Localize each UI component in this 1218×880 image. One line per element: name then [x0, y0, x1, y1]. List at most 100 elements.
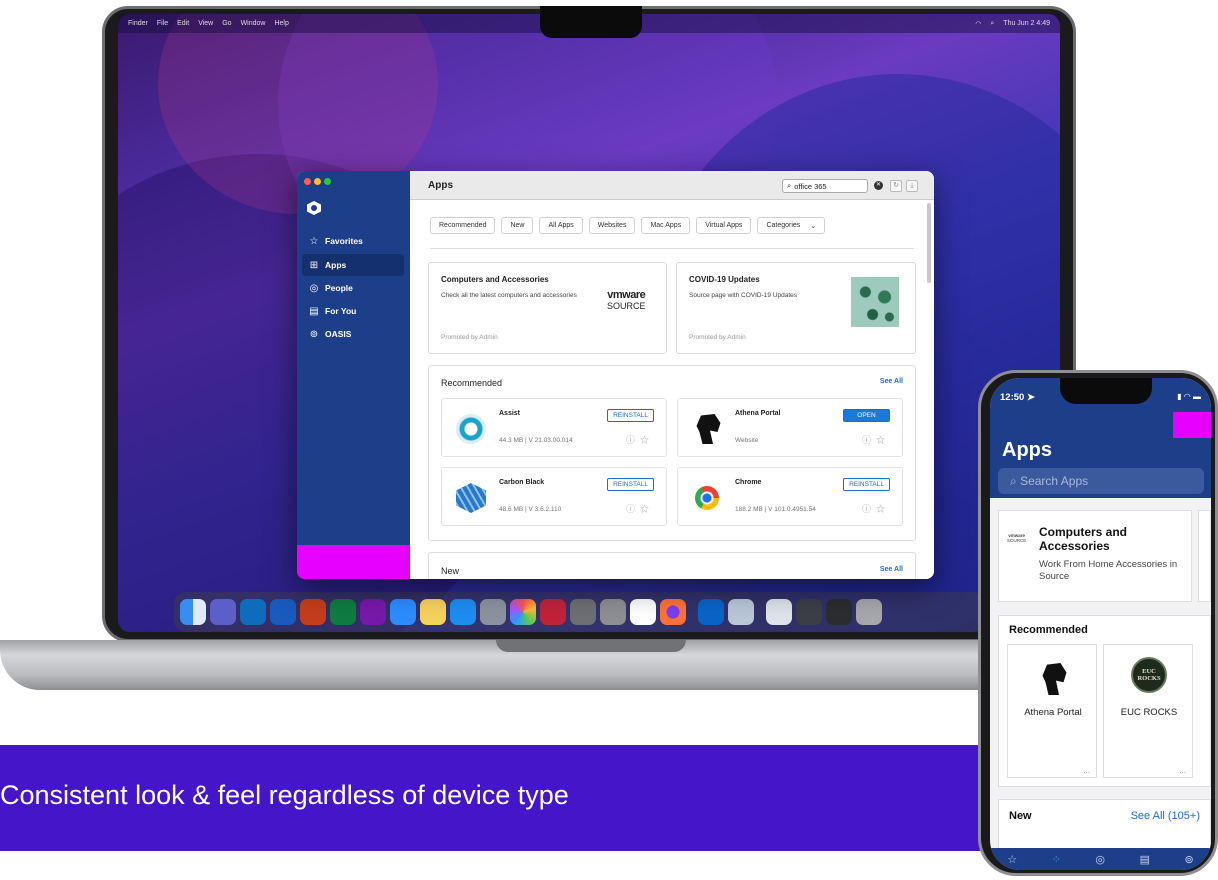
tab-apps-grid-icon[interactable]: ⁘: [1052, 853, 1061, 866]
sidebar-item-favorites[interactable]: ☆ Favorites: [302, 230, 404, 252]
menu-help[interactable]: Help: [274, 20, 288, 27]
screenshot-icon[interactable]: [570, 599, 596, 625]
remote-desktop-icon[interactable]: [728, 599, 754, 625]
promo-card[interactable]: Computers and Accessories Check all the …: [428, 262, 667, 354]
promo-desc: Source page with COVID-19 Updates: [689, 292, 798, 299]
filter-mac-apps[interactable]: Mac Apps: [641, 217, 691, 234]
photo-booth-icon[interactable]: [540, 599, 566, 625]
sidebar-item-apps[interactable]: ⊞ Apps: [302, 254, 404, 276]
info-icon[interactable]: ⓘ: [626, 435, 640, 445]
section-title: New: [1009, 810, 1032, 822]
zoom-window-button[interactable]: [324, 178, 331, 185]
outlook-icon[interactable]: [240, 599, 266, 625]
window-icon[interactable]: [796, 599, 822, 625]
sidebar-item-oasis[interactable]: ⊚ OASIS: [302, 323, 404, 345]
close-window-button[interactable]: [304, 178, 311, 185]
next-promo-card[interactable]: [1198, 510, 1211, 602]
search-input[interactable]: ⌕ office 365: [782, 179, 868, 193]
vmware-source-logo: vmware SOURCE: [1007, 533, 1026, 543]
filter-categories[interactable]: Categories ⌄: [757, 217, 826, 234]
menu-finder[interactable]: Finder: [128, 20, 148, 27]
search-icon: ⌕: [1010, 474, 1017, 488]
app-store-icon[interactable]: [450, 599, 476, 625]
open-button[interactable]: OPEN: [843, 409, 890, 422]
more-options-icon[interactable]: ...: [1179, 766, 1186, 775]
notes-icon[interactable]: [420, 599, 446, 625]
sidebar-item-label: People: [325, 283, 353, 293]
favorite-star-icon[interactable]: ☆: [640, 435, 654, 445]
filter-new[interactable]: New: [501, 217, 534, 234]
info-icon[interactable]: ⓘ: [626, 504, 640, 514]
see-all-link[interactable]: See All: [880, 566, 903, 573]
app-card-chrome[interactable]: Chrome 188.2 MB | V 101.0.4951.54 REINST…: [677, 467, 903, 526]
menu-view[interactable]: View: [198, 20, 213, 27]
favorite-star-icon[interactable]: ☆: [876, 504, 890, 514]
teams-icon[interactable]: [210, 599, 236, 625]
promo-title: Computers and Accessories: [1039, 525, 1128, 553]
redaction-block: [297, 545, 410, 579]
sidebar-item-people[interactable]: ◎ People: [302, 277, 404, 299]
search-input[interactable]: ⌕ Search Apps: [998, 468, 1204, 494]
menu-go[interactable]: Go: [222, 20, 231, 27]
tab-support-lifebuoy-icon[interactable]: ⊚: [1185, 853, 1194, 866]
app-card-athena-portal[interactable]: Athena Portal Website OPEN ⓘ☆: [677, 398, 903, 457]
clear-search-button[interactable]: ✕: [874, 181, 883, 190]
onedrive-icon[interactable]: [698, 599, 724, 625]
promo-card[interactable]: COVID-19 Updates Source page with COVID-…: [676, 262, 916, 354]
zoom-icon[interactable]: [390, 599, 416, 625]
menu-file[interactable]: File: [157, 20, 168, 27]
system-preferences-icon[interactable]: [600, 599, 626, 625]
see-all-link[interactable]: See All: [880, 378, 903, 385]
minimize-window-button[interactable]: [314, 178, 321, 185]
filter-recommended[interactable]: Recommended: [430, 217, 496, 234]
launchpad-icon[interactable]: [480, 599, 506, 625]
reinstall-button[interactable]: REINSTALL: [607, 409, 654, 422]
app-meta: 48.6 MB | V 3.6.2.110: [499, 506, 562, 513]
reinstall-button[interactable]: REINSTALL: [607, 478, 654, 491]
scrollbar[interactable]: [927, 203, 931, 283]
firefox-icon[interactable]: [660, 599, 686, 625]
download-icon[interactable]: ⤓: [906, 180, 918, 192]
menu-edit[interactable]: Edit: [177, 20, 189, 27]
photos-icon[interactable]: [510, 599, 536, 625]
menubar-clock[interactable]: Thu Jun 2 4:49: [1003, 20, 1050, 28]
favorite-star-icon[interactable]: ☆: [876, 435, 890, 445]
tab-favorites-star-icon[interactable]: ☆: [1007, 853, 1017, 866]
slack-icon[interactable]: [630, 599, 656, 625]
promo-card[interactable]: vmware SOURCE Computers and Accessories …: [998, 510, 1192, 602]
refresh-icon[interactable]: ↻: [890, 180, 902, 192]
powerpoint-icon[interactable]: [300, 599, 326, 625]
camera-notch: [540, 6, 642, 38]
list-icon: ▤: [309, 305, 319, 317]
info-icon[interactable]: ⓘ: [862, 435, 876, 445]
excel-icon[interactable]: [330, 599, 356, 625]
sidebar-item-for-you[interactable]: ▤ For You: [302, 300, 404, 322]
preview-icon[interactable]: [766, 599, 792, 625]
see-all-link[interactable]: See All (105+): [1131, 810, 1200, 822]
info-icon[interactable]: ⓘ: [862, 504, 876, 514]
trash-icon[interactable]: [856, 599, 882, 625]
finder-icon[interactable]: [180, 599, 206, 625]
app-card-assist[interactable]: Assist 44.3 MB | V 21.03.00.014 REINSTAL…: [441, 398, 667, 457]
window-icon[interactable]: [826, 599, 852, 625]
app-tile-athena-portal[interactable]: Athena Portal ...: [1007, 644, 1097, 778]
filter-websites[interactable]: Websites: [588, 217, 636, 234]
filter-all-apps[interactable]: All Apps: [539, 217, 583, 234]
favorite-star-icon[interactable]: ☆: [640, 504, 654, 514]
search-icon[interactable]: ⌕: [990, 20, 994, 28]
app-card-carbon-black[interactable]: Carbon Black 48.6 MB | V 3.6.2.110 REINS…: [441, 467, 667, 526]
tab-for-you-list-icon[interactable]: ▤: [1140, 853, 1150, 866]
status-icons: ▮ ◠ ▬: [1177, 392, 1201, 401]
more-options-icon[interactable]: ...: [1083, 766, 1090, 775]
menu-window[interactable]: Window: [241, 20, 266, 27]
logo-top: vmware: [607, 289, 646, 301]
onenote-icon[interactable]: [360, 599, 386, 625]
filter-virtual-apps[interactable]: Virtual Apps: [696, 217, 752, 234]
tab-people-icon[interactable]: ◎: [1095, 853, 1105, 866]
app-tile-euc-rocks[interactable]: EUC ROCKS EUC ROCKS ...: [1103, 644, 1193, 778]
reinstall-button[interactable]: REINSTALL: [843, 478, 890, 491]
wifi-icon[interactable]: ◠: [975, 20, 981, 28]
assist-icon: [456, 414, 486, 444]
word-icon[interactable]: [270, 599, 296, 625]
laptop-base-notch: [496, 640, 686, 652]
